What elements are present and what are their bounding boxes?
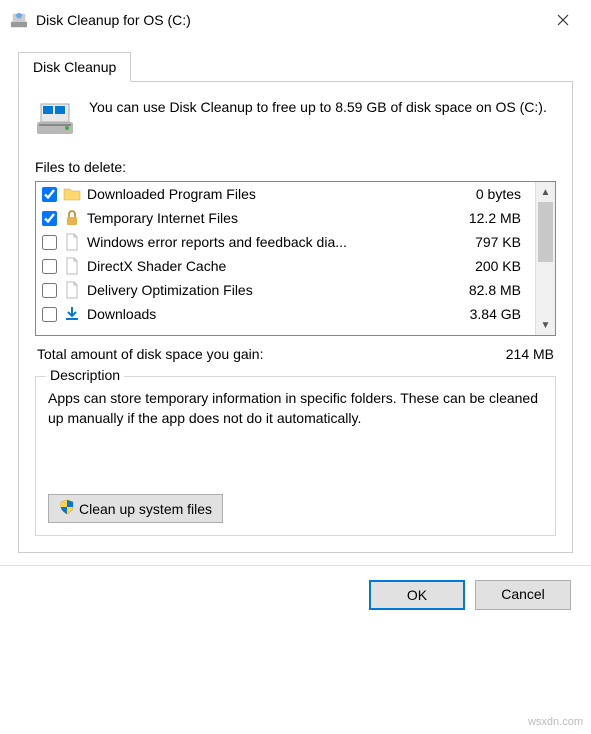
clean-system-files-label: Clean up system files <box>79 501 212 517</box>
file-checkbox[interactable] <box>42 211 57 226</box>
file-size: 12.2 MB <box>469 210 529 226</box>
download-icon <box>63 305 81 323</box>
file-name: Windows error reports and feedback dia..… <box>87 234 469 250</box>
tab-disk-cleanup[interactable]: Disk Cleanup <box>18 52 131 82</box>
file-list: Downloaded Program Files 0 bytes Temporary… <box>35 181 556 336</box>
close-button[interactable] <box>545 6 581 34</box>
file-name: Delivery Optimization Files <box>87 282 463 298</box>
ok-button[interactable]: OK <box>369 580 465 610</box>
list-item[interactable]: Downloaded Program Files 0 bytes <box>36 182 535 206</box>
scroll-down-icon[interactable]: ▼ <box>536 315 555 335</box>
total-label: Total amount of disk space you gain: <box>37 346 263 362</box>
file-icon <box>63 233 81 251</box>
file-checkbox[interactable] <box>42 259 57 274</box>
clean-system-files-button[interactable]: Clean up system files <box>48 494 223 523</box>
list-item[interactable]: Delivery Optimization Files 82.8 MB <box>36 278 535 302</box>
list-item[interactable]: Downloads 3.84 GB <box>36 302 535 326</box>
file-checkbox[interactable] <box>42 235 57 250</box>
list-item[interactable]: Windows error reports and feedback dia..… <box>36 230 535 254</box>
watermark: wsxdn.com <box>528 716 583 728</box>
drive-icon <box>35 98 75 141</box>
file-checkbox[interactable] <box>42 283 57 298</box>
scroll-up-icon[interactable]: ▲ <box>536 182 555 202</box>
file-icon <box>63 281 81 299</box>
file-size: 3.84 GB <box>470 306 529 322</box>
description-text: Apps can store temporary information in … <box>48 389 543 484</box>
scroll-thumb[interactable] <box>538 202 553 262</box>
cancel-button[interactable]: Cancel <box>475 580 571 610</box>
folder-icon <box>63 185 81 203</box>
description-group: Description Apps can store temporary inf… <box>35 376 556 536</box>
file-name: Temporary Internet Files <box>87 210 463 226</box>
file-size: 797 KB <box>475 234 529 250</box>
tab-panel: You can use Disk Cleanup to free up to 8… <box>18 82 573 553</box>
titlebar: Disk Cleanup for OS (C:) <box>0 0 591 40</box>
dialog-footer: OK Cancel <box>0 565 591 624</box>
file-size: 0 bytes <box>476 186 529 202</box>
info-text: You can use Disk Cleanup to free up to 8… <box>89 98 547 141</box>
window-title: Disk Cleanup for OS (C:) <box>36 12 545 28</box>
file-name: Downloaded Program Files <box>87 186 470 202</box>
description-legend: Description <box>46 367 124 383</box>
list-item[interactable]: Temporary Internet Files 12.2 MB <box>36 206 535 230</box>
total-value: 214 MB <box>506 346 554 362</box>
disk-cleanup-icon <box>10 11 28 29</box>
files-to-delete-label: Files to delete: <box>35 159 556 175</box>
file-checkbox[interactable] <box>42 187 57 202</box>
file-name: Downloads <box>87 306 464 322</box>
file-checkbox[interactable] <box>42 307 57 322</box>
shield-icon <box>59 499 75 518</box>
file-size: 82.8 MB <box>469 282 529 298</box>
file-size: 200 KB <box>475 258 529 274</box>
list-item[interactable]: DirectX Shader Cache 200 KB <box>36 254 535 278</box>
lock-icon <box>63 209 81 227</box>
scrollbar[interactable]: ▲ ▼ <box>535 182 555 335</box>
file-name: DirectX Shader Cache <box>87 258 469 274</box>
tab-strip: Disk Cleanup <box>18 52 573 82</box>
file-icon <box>63 257 81 275</box>
